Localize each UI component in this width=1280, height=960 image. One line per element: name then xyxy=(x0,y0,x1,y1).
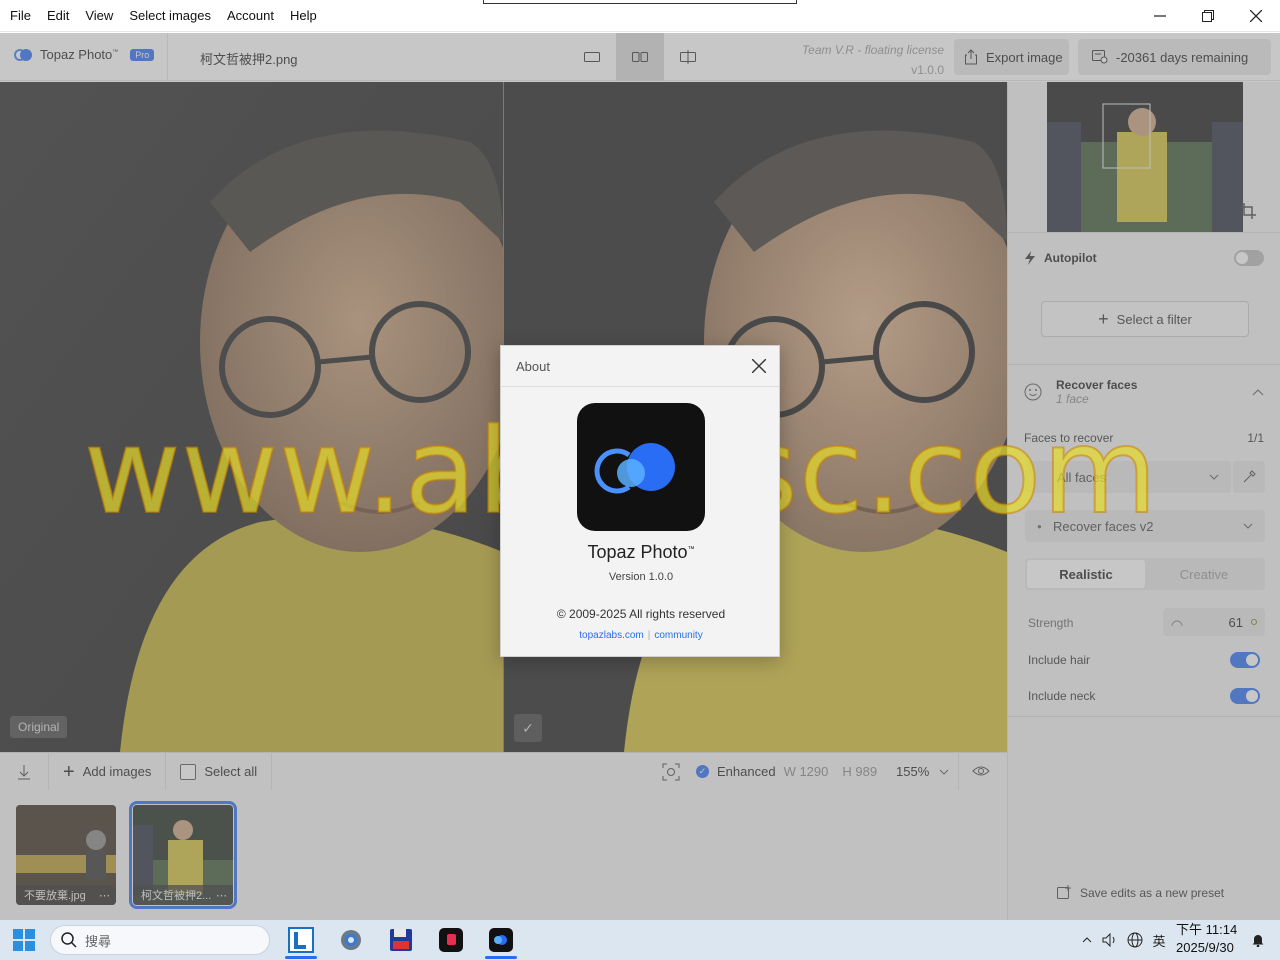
globe-icon xyxy=(1127,932,1143,948)
ime-indicator[interactable]: 英 xyxy=(1149,920,1169,960)
minimize-button[interactable] xyxy=(1136,0,1184,32)
maximize-button[interactable] xyxy=(1184,0,1232,32)
topaz-app-icon xyxy=(577,403,705,531)
taskbar-app-4[interactable] xyxy=(431,920,471,960)
app-l-icon xyxy=(288,927,314,953)
about-links: topazlabs.com | community xyxy=(501,630,781,641)
about-title: About xyxy=(516,358,550,374)
about-close-button[interactable] xyxy=(749,356,769,376)
taskbar: 搜尋 英 下午 11:14 2025/9/30 xyxy=(0,920,1280,960)
start-button[interactable] xyxy=(4,920,44,960)
link-separator: | xyxy=(647,630,651,641)
title-bar-box xyxy=(483,0,797,4)
chevron-up-icon xyxy=(1082,937,1092,943)
taskbar-app-topaz-photo[interactable] xyxy=(481,920,521,960)
topazlabs-link[interactable]: topazlabs.com xyxy=(579,630,643,641)
menu-file[interactable]: File xyxy=(4,8,37,23)
speaker-icon xyxy=(1102,933,1115,947)
notification-button[interactable] xyxy=(1250,920,1266,960)
bell-icon xyxy=(1252,935,1264,947)
taskbar-app-3[interactable] xyxy=(381,920,421,960)
taskbar-search[interactable]: 搜尋 xyxy=(50,925,270,955)
taskbar-app-1[interactable] xyxy=(281,920,321,960)
about-header: About xyxy=(501,346,779,387)
close-icon xyxy=(752,359,766,373)
menu-view[interactable]: View xyxy=(79,8,119,23)
topaz-photo-icon xyxy=(489,928,513,952)
close-icon xyxy=(1250,10,1262,22)
topaz-video-icon xyxy=(439,928,463,952)
clock-date: 2025/9/30 xyxy=(1176,940,1234,955)
menu-help[interactable]: Help xyxy=(284,8,323,23)
menu-bar: File Edit View Select images Account Hel… xyxy=(0,0,1280,32)
network-button[interactable] xyxy=(1125,920,1145,960)
clock-time: 下午 11:14 xyxy=(1176,922,1238,937)
about-version: Version 1.0.0 xyxy=(608,571,674,583)
tray-overflow-button[interactable] xyxy=(1078,920,1096,960)
windows-icon xyxy=(13,929,35,951)
search-icon xyxy=(61,932,77,948)
search-placeholder: 搜尋 xyxy=(85,933,112,949)
about-dialog: About Topaz Photo™ Version 1.0.0 © 2009-… xyxy=(500,345,780,657)
menu-select-images[interactable]: Select images xyxy=(123,8,217,23)
menu-edit[interactable]: Edit xyxy=(41,8,75,23)
clock[interactable]: 下午 11:14 2025/9/30 xyxy=(1176,921,1237,957)
volume-button[interactable] xyxy=(1100,920,1120,960)
menu-account[interactable]: Account xyxy=(221,8,280,23)
minimize-icon xyxy=(1154,15,1166,17)
floppy-disk-icon xyxy=(390,929,412,951)
restore-icon xyxy=(1202,10,1214,22)
community-link[interactable]: community xyxy=(654,630,702,641)
about-copyright: © 2009-2025 All rights reserved xyxy=(556,607,726,621)
about-app-name: Topaz Photo™ xyxy=(587,542,695,562)
settings-gear-icon xyxy=(341,930,361,950)
close-window-button[interactable] xyxy=(1232,0,1280,32)
taskbar-app-2[interactable] xyxy=(331,920,371,960)
